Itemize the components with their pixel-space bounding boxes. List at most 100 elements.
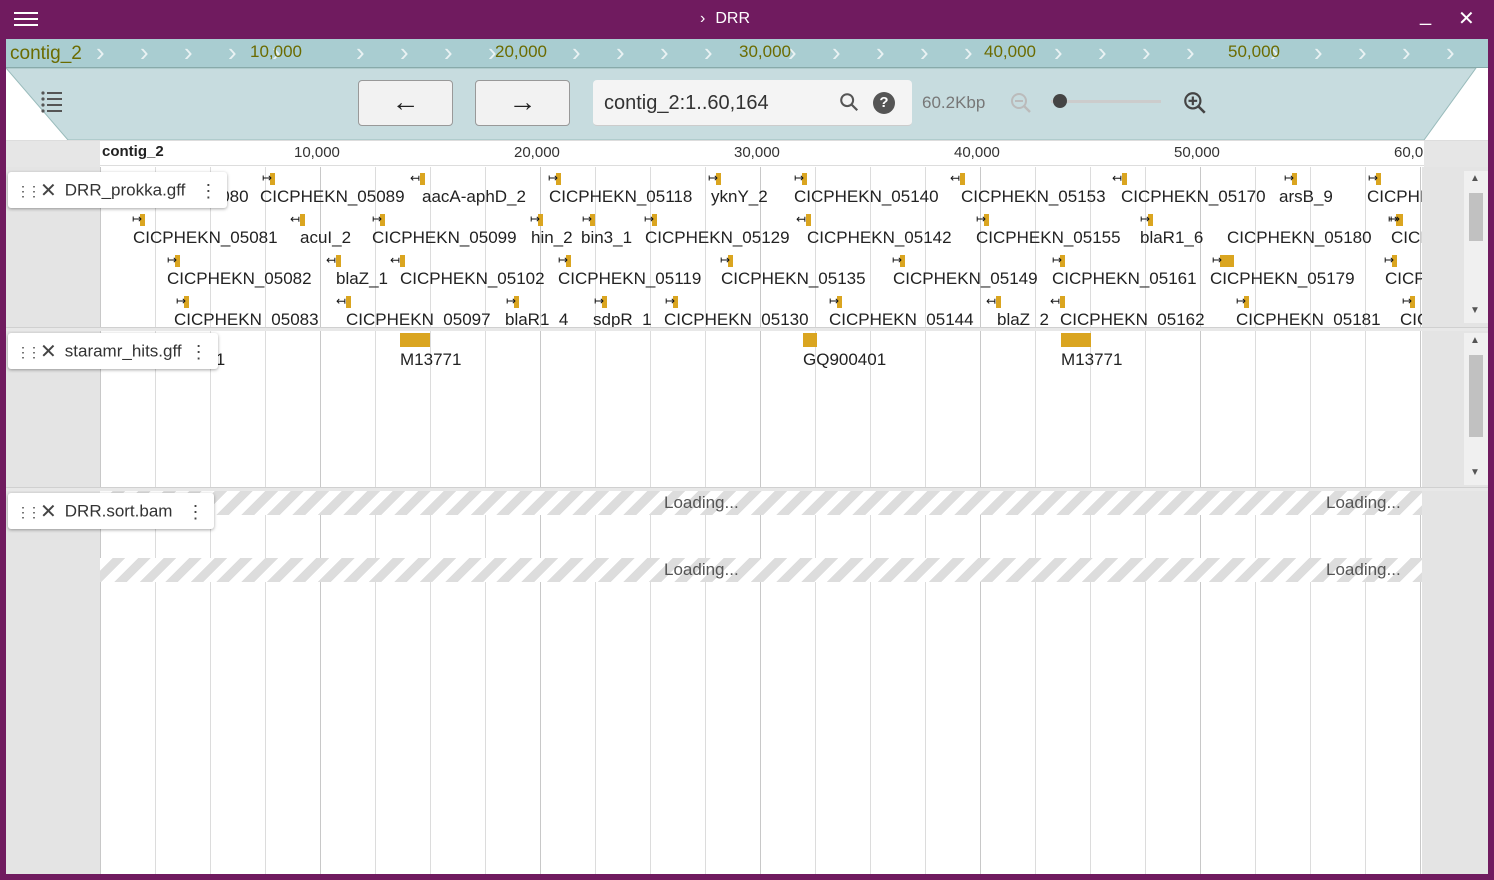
hamburger-menu-icon[interactable]	[14, 9, 38, 29]
gene-feature-box[interactable]	[960, 173, 965, 185]
gene-feature-box[interactable]	[1220, 255, 1234, 267]
gene-label[interactable]: CICPHEKN_05083	[174, 310, 319, 327]
gene-label[interactable]: CICPHEKN_05097	[346, 310, 491, 327]
scroll-down-icon[interactable]: ▼	[1470, 305, 1480, 316]
gene-label[interactable]: CICPHEKN_05102	[400, 269, 545, 289]
gene-label[interactable]: CICPHEKN_05149	[893, 269, 1038, 289]
gene-label[interactable]: CICPHEKN_05119	[558, 269, 701, 289]
strand-forward-icon: ↦	[1402, 294, 1413, 308]
close-track-icon[interactable]: ✕	[40, 494, 57, 530]
gene-label[interactable]: CIC	[1400, 310, 1422, 327]
track-scrollbar[interactable]: ▲ ▼	[1464, 333, 1488, 485]
gene-feature-box[interactable]	[336, 255, 341, 267]
amr-hit-label[interactable]: M13771	[400, 350, 461, 370]
gene-label[interactable]: CICPHEKN_05129	[645, 228, 790, 248]
zoom-slider-thumb[interactable]	[1053, 94, 1067, 108]
gene-label[interactable]: yknY_2	[711, 187, 768, 207]
gene-label[interactable]: CICPHEKN_05142	[807, 228, 952, 248]
gene-label[interactable]: CICPHEKN_05153	[961, 187, 1106, 207]
back-button[interactable]: ←	[358, 80, 453, 126]
gene-label[interactable]: CICPHEKN_05118	[549, 187, 692, 207]
gene-label[interactable]: CICPHEKN_05155	[976, 228, 1121, 248]
strand-reverse-icon: ↤	[1050, 294, 1061, 308]
close-track-icon[interactable]: ✕	[40, 173, 57, 209]
gene-label[interactable]: CICPHEKN_05099	[372, 228, 517, 248]
gene-label[interactable]: CICPHEKN_05161	[1052, 269, 1197, 289]
gene-label[interactable]: blaR1_6	[1140, 228, 1203, 248]
overview-bar[interactable]: › › › › › › › › › › › › › › › › › › › › › › › › › › › contig_2 10,…	[6, 39, 1488, 68]
amr-hit-box[interactable]	[803, 333, 817, 347]
gene-label[interactable]: CICPHEKN_05082	[167, 269, 312, 289]
tracks-container: ↦CICPHEKN_05080↦CICPHEKN_05089↤aacA-aphD…	[6, 167, 1488, 874]
track-menu-icon[interactable]: ⋮	[186, 494, 204, 530]
scroll-up-icon[interactable]: ▲	[1470, 335, 1480, 346]
amr-hit-box[interactable]	[1061, 333, 1091, 347]
scroll-thumb[interactable]	[1469, 355, 1483, 437]
gene-label[interactable]: CICPHI	[1367, 187, 1422, 207]
gene-label[interactable]: CICPHEKN_05144	[829, 310, 974, 327]
strand-reverse-icon: ↤	[410, 171, 421, 185]
gene-label[interactable]: bin3_1	[581, 228, 632, 248]
gene-label[interactable]: CICPHEKN_05089	[260, 187, 405, 207]
gene-label[interactable]: CICPHEKN_05181	[1236, 310, 1381, 327]
track-menu-icon[interactable]: ⋮	[199, 173, 217, 209]
overview-tick: 30,000	[739, 42, 791, 61]
search-icon[interactable]	[838, 91, 860, 118]
gene-label[interactable]: CICPHEKN_05179	[1210, 269, 1355, 289]
gene-feature-box[interactable]	[420, 173, 425, 185]
gene-label[interactable]: CICI	[1391, 228, 1422, 248]
gene-label[interactable]: hin_2	[531, 228, 573, 248]
drag-handle-icon[interactable]: ⋮⋮	[16, 494, 41, 530]
track-bam[interactable]: Loading... Loading... Loading... Loading…	[100, 491, 1422, 874]
scale-bar[interactable]: contig_2 10,000 20,000 30,000 40,000 50,…	[6, 140, 1488, 167]
scroll-thumb[interactable]	[1469, 193, 1483, 241]
gene-label[interactable]: CICPHEKN_05081	[133, 228, 278, 248]
track-prokka-gff[interactable]: ↦CICPHEKN_05080↦CICPHEKN_05089↤aacA-aphD…	[100, 167, 1422, 327]
gene-label[interactable]: aacA-aphD_2	[422, 187, 526, 207]
amr-hit-label[interactable]: GQ900401	[803, 350, 886, 370]
gene-feature-box[interactable]	[996, 296, 1001, 308]
gene-label[interactable]: blaZ_2	[997, 310, 1049, 327]
amr-hit-label[interactable]: M13771	[1061, 350, 1122, 370]
gene-label[interactable]: CICP	[1385, 269, 1422, 289]
zoom-slider[interactable]	[1051, 94, 1161, 108]
gene-label[interactable]: CICPHEKN_05162	[1060, 310, 1205, 327]
gene-feature-box[interactable]	[1122, 173, 1127, 185]
gene-label[interactable]: CICPHEKN_05135	[721, 269, 866, 289]
gene-label[interactable]: arsB_9	[1279, 187, 1333, 207]
track-scrollbar[interactable]: ▲ ▼	[1464, 171, 1488, 323]
minimize-button[interactable]: _	[1420, 4, 1431, 27]
track-header-prokka: ⋮⋮ ✕ DRR_prokka.gff ⋮	[8, 172, 228, 209]
gene-label[interactable]: CICPHEKN_05170	[1121, 187, 1266, 207]
zoom-in-icon[interactable]	[1182, 90, 1208, 121]
gene-label[interactable]: sdpR_1	[593, 310, 652, 327]
scroll-down-icon[interactable]: ▼	[1470, 467, 1480, 478]
gene-label[interactable]: CICPHEKN_05140	[794, 187, 939, 207]
strand-forward-icon: ↦	[1284, 171, 1295, 185]
location-input[interactable]	[593, 80, 833, 126]
track-staramr-gff[interactable]: GQ900401M13771GQ900401M13771	[100, 331, 1422, 487]
close-button[interactable]: ✕	[1458, 6, 1475, 31]
track-menu-icon[interactable]: ⋮	[190, 334, 208, 370]
gene-feature-box[interactable]	[1060, 296, 1065, 308]
scroll-up-icon[interactable]: ▲	[1470, 173, 1480, 184]
zoom-out-icon[interactable]	[1009, 91, 1033, 120]
gene-label[interactable]: blaR1_4	[505, 310, 568, 327]
gene-feature-box[interactable]	[346, 296, 351, 308]
drag-handle-icon[interactable]: ⋮⋮	[16, 334, 41, 370]
strand-reverse-icon: ↤	[390, 253, 401, 267]
close-track-icon[interactable]: ✕	[40, 334, 57, 370]
drag-handle-icon[interactable]: ⋮⋮	[16, 173, 41, 209]
gene-label[interactable]: CICPHEKN_05130	[664, 310, 809, 327]
strand-forward-icon: ↦	[1384, 253, 1395, 267]
gene-label[interactable]: CICPHEKN_05180	[1227, 228, 1372, 248]
track-selector-icon[interactable]	[40, 89, 64, 118]
gene-feature-box[interactable]	[400, 255, 405, 267]
gene-feature-box[interactable]	[300, 214, 305, 226]
forward-button[interactable]: →	[475, 80, 570, 126]
help-icon[interactable]: ?	[873, 92, 895, 114]
amr-hit-box[interactable]	[400, 333, 430, 347]
gene-feature-box[interactable]	[806, 214, 811, 226]
gene-label[interactable]: blaZ_1	[336, 269, 388, 289]
gene-label[interactable]: acuI_2	[300, 228, 351, 248]
